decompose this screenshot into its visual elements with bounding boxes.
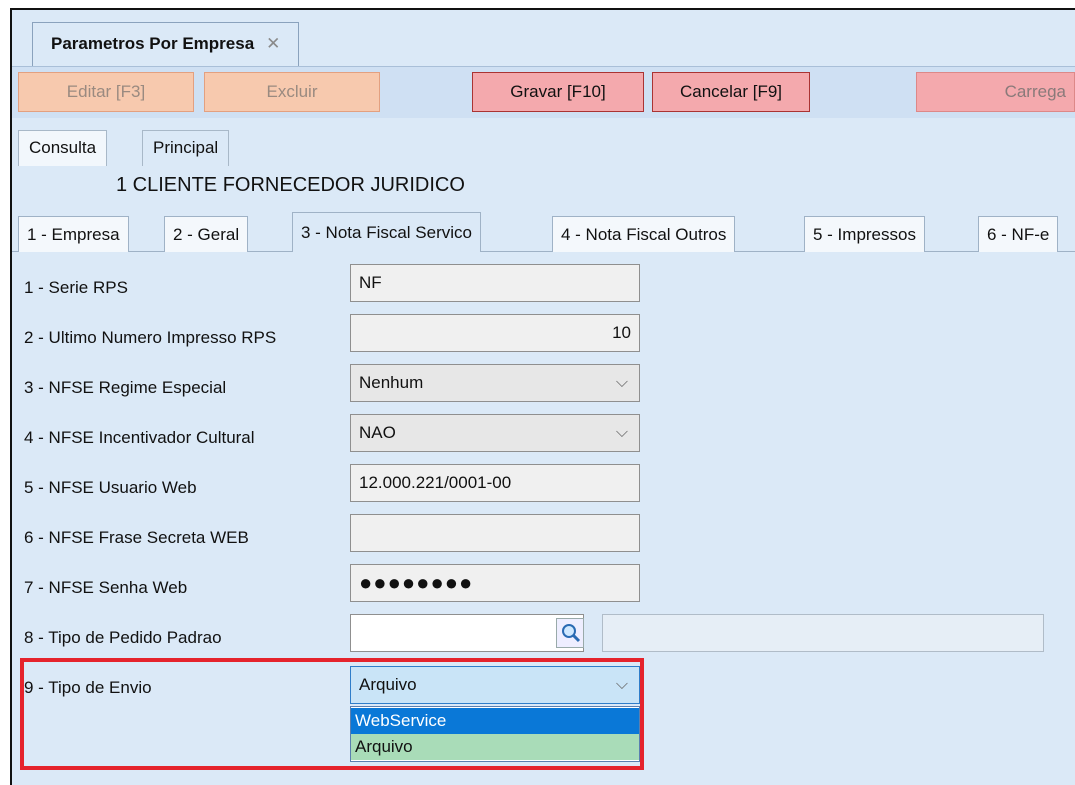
chevron-down-icon[interactable]: ⌵ [605,667,639,703]
tab-geral[interactable]: 2 - Geral [164,216,249,252]
tipo-pedido-description [602,614,1044,652]
window-tab[interactable]: Parametros Por Empresa ✕ [32,22,300,66]
close-icon[interactable]: ✕ [266,34,280,53]
edit-button[interactable]: Editar [F3] [18,72,194,112]
chevron-down-icon[interactable]: ⌵ [605,415,639,451]
tab-nota-fiscal-outros[interactable]: 4 - Nota Fiscal Outros [552,216,736,252]
search-icon [562,624,581,643]
tab-consulta[interactable]: Consulta [18,130,108,166]
regime-especial-value: Nenhum [359,373,424,392]
window-tab-title: Parametros Por Empresa [51,34,255,53]
search-lookup-button[interactable] [556,618,584,648]
tipo-pedido-label: 8 - Tipo de Pedido Padrao [24,628,222,647]
cancel-button[interactable]: Cancelar [F9] [652,72,810,112]
regime-especial-select[interactable]: Nenhum ⌵ [350,364,640,402]
tipo-pedido-input[interactable] [350,614,584,652]
tab-empresa[interactable]: 1 - Empresa [18,216,129,252]
tipo-envio-label: 9 - Tipo de Envio [24,678,152,697]
company-title: 1 CLIENTE FORNECEDOR JURIDICO [116,174,465,196]
tab-nfe[interactable]: 6 - NF-e [978,216,1059,252]
tipo-envio-select[interactable]: Arquivo ⌵ [350,666,640,704]
ultimo-numero-input[interactable]: 10 [350,314,640,352]
chevron-down-icon[interactable]: ⌵ [605,365,639,401]
app-window: Parametros Por Empresa ✕ Editar [F3] Excl… [10,8,1075,785]
usuario-web-input[interactable]: 12.000.221/0001-00 [350,464,640,502]
save-button[interactable]: Gravar [F10] [472,72,644,112]
ultimo-numero-label: 2 - Ultimo Numero Impresso RPS [24,328,277,347]
incentivador-label: 4 - NFSE Incentivador Cultural [24,428,255,447]
serie-rps-label: 1 - Serie RPS [24,278,128,297]
frase-secreta-label: 6 - NFSE Frase Secreta WEB [24,528,249,547]
tab-nota-fiscal-servico[interactable]: 3 - Nota Fiscal Servico [292,212,481,252]
regime-especial-label: 3 - NFSE Regime Especial [24,378,227,397]
serie-rps-input[interactable]: NF [350,264,640,302]
dropdown-option-webservice[interactable]: WebService [351,708,639,734]
senha-web-label: 7 - NFSE Senha Web [24,578,188,597]
senha-web-input[interactable]: ●●●●●●●● [350,564,640,602]
incentivador-value: NAO [359,423,396,442]
incentivador-select[interactable]: NAO ⌵ [350,414,640,452]
delete-button[interactable]: Excluir [204,72,380,112]
usuario-web-label: 5 - NFSE Usuario Web [24,478,197,497]
dropdown-option-arquivo[interactable]: Arquivo [351,734,639,760]
tab-impressos[interactable]: 5 - Impressos [804,216,925,252]
tab-principal[interactable]: Principal [142,130,230,166]
frase-secreta-input[interactable] [350,514,640,552]
load-button[interactable]: Carrega [916,72,1075,112]
tipo-envio-dropdown: WebService Arquivo [350,706,640,762]
tipo-envio-value: Arquivo [359,675,417,694]
